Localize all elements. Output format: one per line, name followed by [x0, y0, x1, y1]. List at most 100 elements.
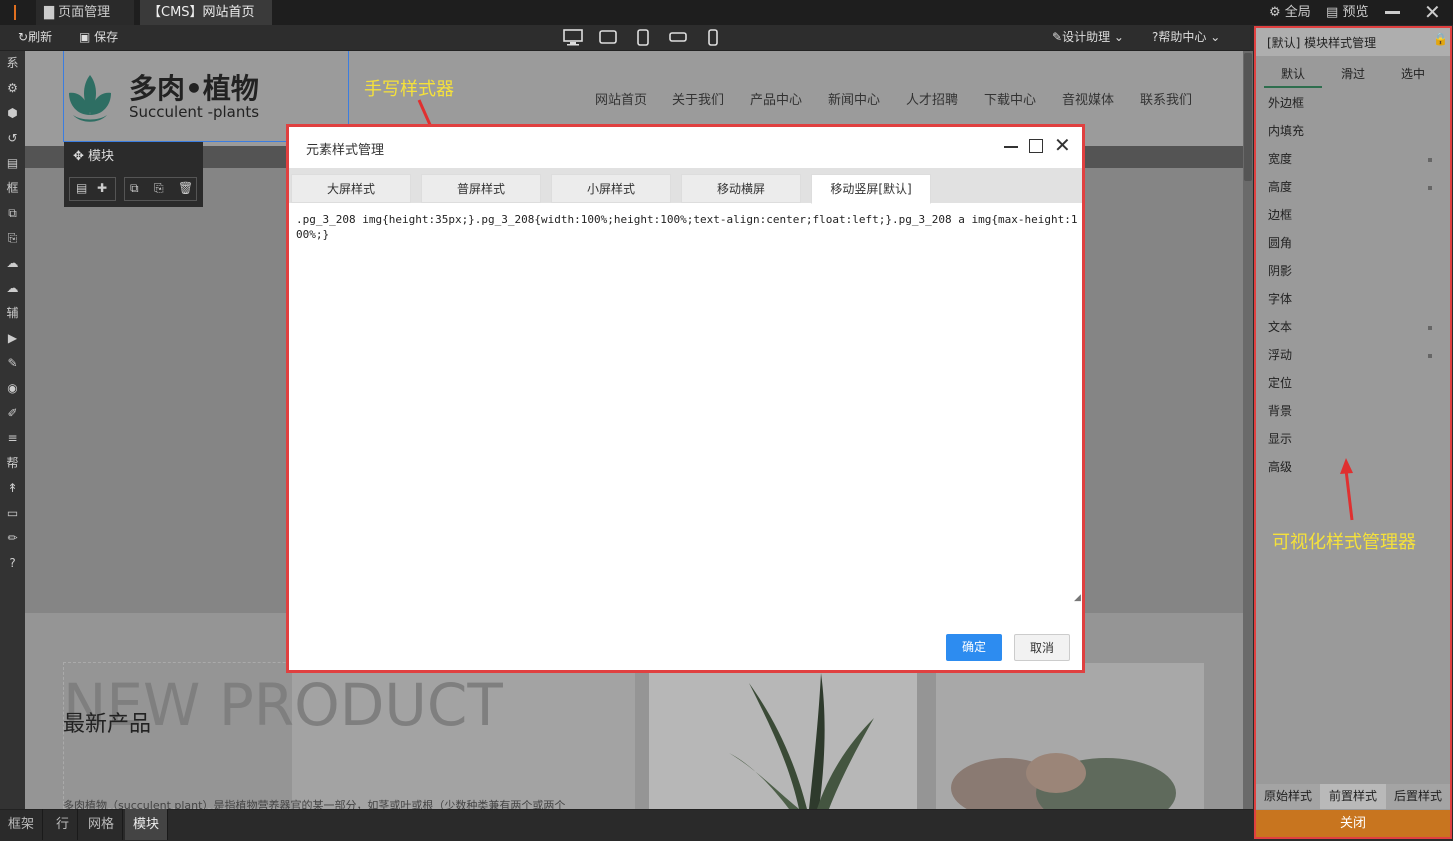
state-tab-selected[interactable]: 选中: [1384, 65, 1442, 82]
minimize-icon[interactable]: [1385, 11, 1400, 14]
tablet-portrait-icon[interactable]: [636, 29, 654, 46]
prop-padding[interactable]: 内填充: [1268, 122, 1304, 139]
minimize-icon[interactable]: [1004, 146, 1018, 148]
site-nav-home[interactable]: 网站首页: [595, 89, 647, 108]
close-panel-button[interactable]: 关闭: [1256, 810, 1450, 837]
prop-shadow[interactable]: 阴影: [1268, 262, 1292, 279]
plugin-icon[interactable]: ✚: [97, 181, 107, 195]
trash-icon[interactable]: 🗑: [178, 181, 193, 195]
paste-icon[interactable]: ⎘: [154, 181, 164, 196]
save-button[interactable]: ▣ 保存: [79, 25, 118, 50]
phone-landscape-icon[interactable]: [669, 29, 687, 45]
canvas-scroll-thumb[interactable]: [1244, 53, 1252, 181]
desktop-icon[interactable]: [563, 29, 583, 46]
site-nav-news[interactable]: 新闻中心: [828, 89, 880, 108]
prop-height[interactable]: 高度: [1268, 178, 1292, 195]
brush-icon[interactable]: ✏: [0, 526, 25, 551]
prop-width[interactable]: 宽度: [1268, 150, 1292, 167]
gear-icon[interactable]: ⚙: [0, 76, 25, 101]
tab-normal-screen[interactable]: 普屏样式: [421, 174, 541, 203]
maximize-icon[interactable]: [1029, 139, 1043, 153]
cloud-upload-icon[interactable]: ☁: [0, 251, 25, 276]
confirm-button[interactable]: 确定: [946, 634, 1002, 661]
tab-large-screen[interactable]: 大屏样式: [291, 174, 411, 203]
tab-mobile-landscape[interactable]: 移动横屏: [681, 174, 801, 203]
gears-icon: ⚙: [1269, 5, 1281, 20]
prop-border[interactable]: 边框: [1268, 206, 1292, 223]
refresh-button[interactable]: ↻刷新: [18, 25, 52, 50]
cube-icon[interactable]: ⬢: [0, 101, 25, 126]
folder-icon[interactable]: ▭: [0, 501, 25, 526]
paste-icon[interactable]: ⎘: [0, 226, 25, 251]
sidebar-item-assist[interactable]: 辅: [0, 301, 25, 326]
site-nav-contact[interactable]: 联系我们: [1140, 89, 1192, 108]
site-nav-jobs[interactable]: 人才招聘: [906, 89, 958, 108]
prop-advanced[interactable]: 高级: [1268, 458, 1292, 475]
css3-icon[interactable]: ▤: [76, 181, 87, 195]
product-image-snake-plant[interactable]: [649, 663, 917, 809]
css3-icon[interactable]: ▤: [0, 151, 25, 176]
state-tab-hover[interactable]: 滑过: [1324, 65, 1382, 82]
sidebar-item-help[interactable]: 帮: [0, 451, 25, 476]
list-icon[interactable]: ≡: [0, 426, 25, 451]
site-nav-downloads[interactable]: 下载中心: [984, 89, 1036, 108]
magic-wand-icon[interactable]: ✐: [0, 401, 25, 426]
design-assist-menu[interactable]: ✎设计助理 ⌄: [1052, 25, 1124, 50]
breadcrumb-grid[interactable]: 网格: [80, 809, 124, 840]
help-center-menu[interactable]: ?帮助中心 ⌄: [1152, 25, 1220, 50]
pin-icon[interactable]: ↟: [0, 476, 25, 501]
breadcrumb-frame[interactable]: 框架: [0, 809, 44, 840]
logo-title: 多肉•植物: [129, 72, 259, 105]
site-nav-about[interactable]: 关于我们: [672, 89, 724, 108]
prop-display[interactable]: 显示: [1268, 430, 1292, 447]
close-window-icon[interactable]: ✕: [1424, 1, 1441, 23]
question-icon[interactable]: ?: [0, 551, 25, 576]
prop-position[interactable]: 定位: [1268, 374, 1292, 391]
help-center-label: 帮助中心: [1158, 30, 1207, 44]
sidebar-item-frame[interactable]: 框: [0, 176, 25, 201]
sidebar-item-system[interactable]: 系: [0, 51, 25, 76]
site-nav-media[interactable]: 音视媒体: [1062, 89, 1114, 108]
close-icon[interactable]: ✕: [1054, 133, 1071, 157]
eye-icon[interactable]: ◉: [0, 376, 25, 401]
tablet-landscape-icon[interactable]: [599, 29, 617, 45]
cancel-button[interactable]: 取消: [1014, 634, 1070, 661]
preview-button[interactable]: ▤ 预览: [1326, 0, 1368, 25]
product-image-succulents[interactable]: [936, 663, 1204, 809]
tab-suffix-style[interactable]: 后置样式: [1386, 784, 1450, 809]
phone-portrait-icon[interactable]: [707, 29, 725, 46]
tab-small-screen[interactable]: 小屏样式: [551, 174, 671, 203]
tab-page-management[interactable]: ▇ 页面管理: [36, 0, 134, 25]
state-tab-default[interactable]: 默认: [1264, 65, 1322, 88]
module-style-panel: [默认] 模块样式管理 🔒 默认 滑过 选中 外边框 内填充 宽度 高度 边框 …: [1254, 26, 1452, 839]
site-nav-products[interactable]: 产品中心: [750, 89, 802, 108]
prop-float[interactable]: 浮动: [1268, 346, 1292, 363]
copy-icon[interactable]: ⧉: [130, 181, 139, 196]
prop-set-indicator: [1428, 158, 1432, 162]
prop-radius[interactable]: 圆角: [1268, 234, 1292, 251]
tab-cms-home[interactable]: 【CMS】网站首页 ×: [140, 0, 272, 47]
global-button[interactable]: ⚙ 全局: [1269, 0, 1311, 25]
dialog-title: 元素样式管理: [306, 143, 385, 158]
prop-margin[interactable]: 外边框: [1268, 94, 1304, 111]
breadcrumb-row[interactable]: 行: [48, 809, 79, 840]
file-icon: ▤: [1326, 5, 1339, 20]
prop-text[interactable]: 文本: [1268, 318, 1292, 335]
play-icon[interactable]: ▶: [0, 326, 25, 351]
cloud-download-icon[interactable]: ☁: [0, 276, 25, 301]
tab-mobile-portrait[interactable]: 移动竖屏[默认]: [811, 174, 931, 204]
prop-font[interactable]: 字体: [1268, 290, 1292, 307]
breadcrumb-module[interactable]: 模块: [125, 809, 169, 840]
panel-title: [默认] 模块样式管理: [1267, 36, 1377, 50]
prop-background[interactable]: 背景: [1268, 402, 1292, 419]
prop-set-indicator: [1428, 186, 1432, 190]
tab-original-style[interactable]: 原始样式: [1256, 784, 1320, 809]
resize-handle-icon[interactable]: ◢: [1074, 593, 1081, 603]
lock-icon[interactable]: 🔒: [1433, 32, 1448, 46]
tab-prefix-style[interactable]: 前置样式: [1320, 784, 1386, 809]
css-code-textarea[interactable]: .pg_3_208 img{height:35px;}.pg_3_208{wid…: [296, 212, 1080, 602]
history-icon[interactable]: ↺: [0, 126, 25, 151]
eraser-icon[interactable]: ✎: [0, 351, 25, 376]
copy-icon[interactable]: ⧉: [0, 201, 25, 226]
module-drag-handle[interactable]: ✥ 模块: [73, 147, 114, 167]
